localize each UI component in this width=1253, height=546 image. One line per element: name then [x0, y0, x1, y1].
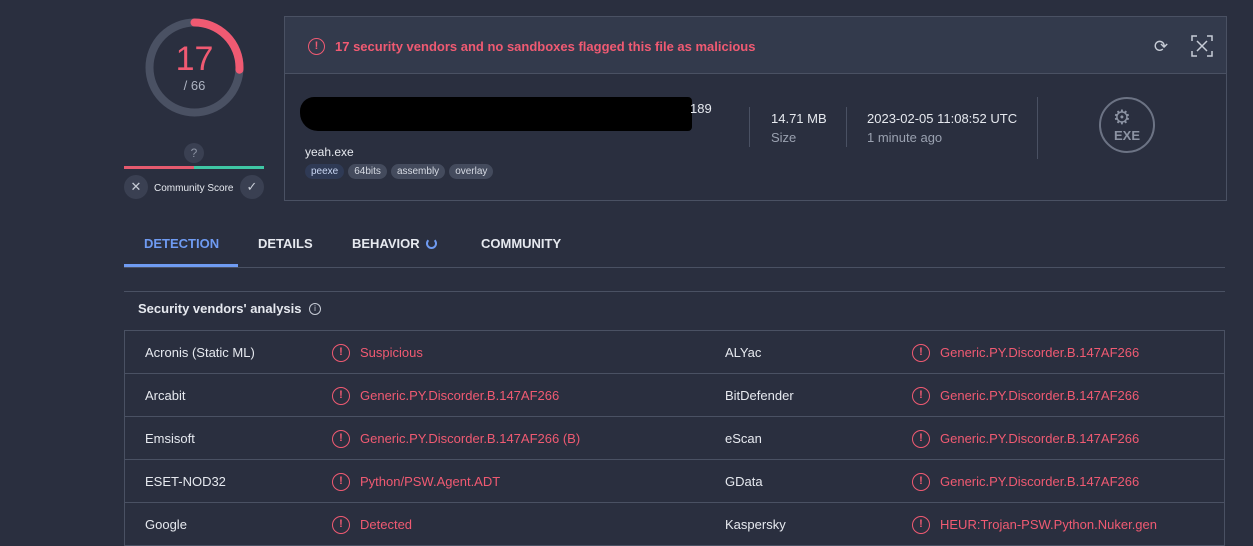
community-score-label: Community Score — [154, 183, 234, 194]
table-row: ESET-NOD32 ! Python/PSW.Agent.ADT GData … — [125, 460, 1224, 503]
file-size-value: 14.71 MB — [771, 111, 827, 126]
alert-icon: ! — [912, 387, 930, 405]
vendor-result: Suspicious — [360, 345, 423, 360]
table-row: Acronis (Static ML) ! Suspicious ALYac !… — [125, 331, 1224, 374]
vote-harmless-button[interactable]: ✓ — [240, 175, 264, 199]
table-row: Arcabit ! Generic.PY.Discorder.B.147AF26… — [125, 374, 1224, 417]
vendors-header: Security vendors' analysis i — [124, 291, 1225, 324]
divider — [749, 107, 750, 147]
vendor-name: Acronis (Static ML) — [145, 345, 255, 360]
detection-score-ring: 17 / 66 — [143, 16, 246, 119]
tag[interactable]: 64bits — [348, 164, 387, 179]
alert-icon: ! — [912, 430, 930, 448]
similar-files-button[interactable] — [1190, 34, 1214, 58]
redacted-hash — [300, 97, 692, 131]
table-row: Emsisoft ! Generic.PY.Discorder.B.147AF2… — [125, 417, 1224, 460]
tag[interactable]: peexe — [305, 164, 345, 179]
alert-icon: ! — [332, 344, 350, 362]
tab-community[interactable]: COMMUNITY — [481, 236, 561, 251]
vendors-table: Acronis (Static ML) ! Suspicious ALYac !… — [124, 330, 1225, 546]
alert-icon: ! — [912, 344, 930, 362]
vendor-result: Detected — [360, 517, 413, 532]
file-tags: peexe 64bits assembly overlay — [305, 164, 494, 179]
vendor-result: HEUR:Trojan-PSW.Python.Nuker.gen — [940, 517, 1157, 532]
alert-text: 17 security vendors and no sandboxes fla… — [335, 39, 756, 54]
tag[interactable]: assembly — [390, 164, 446, 179]
vendor-result: Generic.PY.Discorder.B.147AF266 — [940, 345, 1140, 360]
gear-icon: ⚙ — [1113, 107, 1131, 129]
vendor-name: eScan — [725, 431, 762, 446]
alert-icon: ! — [332, 473, 350, 491]
vendor-name: Google — [145, 517, 187, 532]
vendor-result: Generic.PY.Discorder.B.147AF266 — [940, 474, 1140, 489]
refresh-icon: ⟳ — [1153, 37, 1169, 56]
reanalyze-button[interactable]: ⟳ — [1151, 37, 1171, 57]
total-engines: / 66 — [183, 78, 206, 93]
alert-icon: ! — [308, 38, 325, 55]
analysis-relative-time: 1 minute ago — [867, 130, 943, 145]
vendors-title: Security vendors' analysis — [138, 301, 302, 316]
alert-icon: ! — [332, 430, 350, 448]
tab-behavior[interactable]: BEHAVIOR — [352, 236, 437, 251]
vendor-result: Generic.PY.Discorder.B.147AF266 — [360, 388, 560, 403]
community-negative-bar — [124, 166, 194, 169]
vendor-name: BitDefender — [725, 388, 794, 403]
vendor-result: Generic.PY.Discorder.B.147AF266 — [940, 388, 1140, 403]
tab-detection[interactable]: DETECTION — [144, 236, 219, 251]
community-score-value: ? — [184, 143, 204, 163]
exe-file-type-icon: ⚙ EXE — [1099, 97, 1155, 153]
file-name: yeah.exe — [305, 145, 354, 159]
file-hash[interactable]: 189 — [690, 101, 712, 116]
vendor-result: Generic.PY.Discorder.B.147AF266 (B) — [360, 431, 581, 446]
loading-spinner-icon — [425, 238, 437, 249]
vendor-name: GData — [725, 474, 763, 489]
alert-header: ! 17 security vendors and no sandboxes f… — [285, 17, 1226, 74]
vendor-result: Generic.PY.Discorder.B.147AF266 — [940, 431, 1140, 446]
alert-icon: ! — [912, 473, 930, 491]
graph-expand-icon — [1191, 35, 1213, 57]
tab-bar: DETECTION DETAILS BEHAVIOR COMMUNITY — [124, 226, 1225, 268]
detected-count: 17 — [175, 40, 214, 78]
vendor-name: Emsisoft — [145, 431, 195, 446]
alert-icon: ! — [332, 387, 350, 405]
divider — [1037, 97, 1038, 159]
file-size-label: Size — [771, 130, 797, 145]
community-positive-bar — [194, 166, 264, 169]
vendor-name: Kaspersky — [725, 517, 786, 532]
tab-behavior-label: BEHAVIOR — [352, 236, 420, 251]
vote-harmful-button[interactable]: ✕ — [124, 175, 148, 199]
file-type-label: EXE — [1113, 128, 1140, 143]
active-tab-indicator — [124, 264, 238, 267]
tab-details[interactable]: DETAILS — [258, 236, 313, 251]
community-score-bar — [124, 166, 264, 169]
check-icon: ✓ — [246, 179, 258, 194]
file-summary-card: ! 17 security vendors and no sandboxes f… — [284, 16, 1227, 201]
info-icon[interactable]: i — [309, 303, 321, 315]
divider — [846, 107, 847, 147]
alert-icon: ! — [912, 516, 930, 534]
close-icon: ✕ — [130, 179, 142, 194]
table-row: Google ! Detected Kaspersky ! HEUR:Troja… — [125, 503, 1224, 546]
vendor-name: Arcabit — [145, 388, 186, 403]
analysis-date: 2023-02-05 11:08:52 UTC — [867, 111, 1018, 126]
vendor-result: Python/PSW.Agent.ADT — [360, 474, 501, 489]
vendor-name: ALYac — [725, 345, 762, 360]
vendor-name: ESET-NOD32 — [145, 474, 226, 489]
alert-icon: ! — [332, 516, 350, 534]
tag[interactable]: overlay — [449, 164, 494, 179]
